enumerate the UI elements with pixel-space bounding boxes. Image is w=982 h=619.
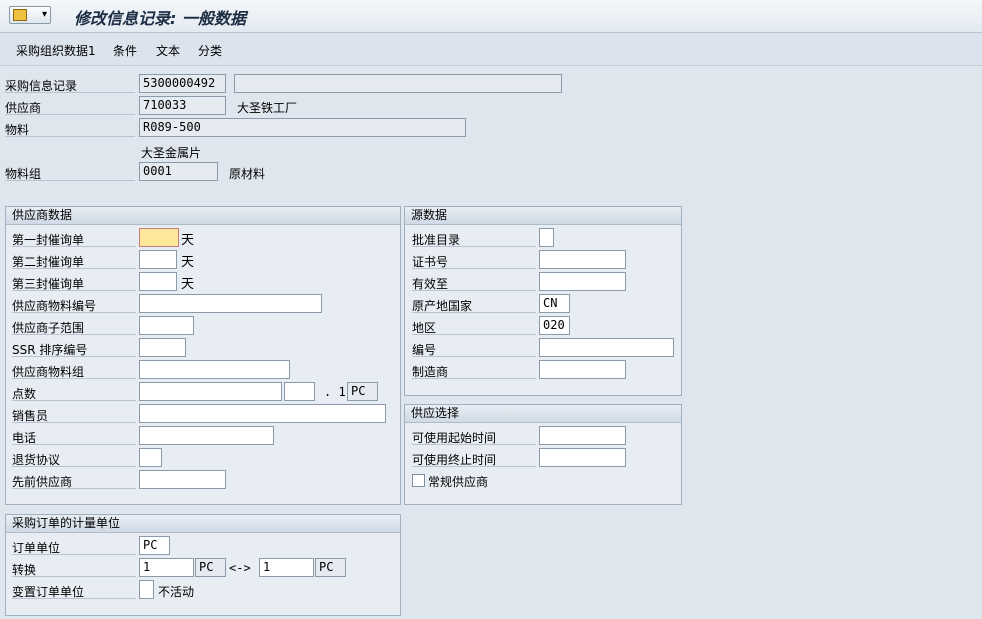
points-uom: PC <box>347 382 378 401</box>
number-field[interactable] <box>539 338 674 357</box>
region-label: 地区 <box>412 319 536 335</box>
return-agreement-label: 退货协议 <box>12 451 136 467</box>
avail-to-field[interactable] <box>539 448 626 467</box>
certificate-no-field[interactable] <box>539 250 626 269</box>
avail-from-label: 可使用起始时间 <box>412 429 536 445</box>
reminder1-field[interactable] <box>139 228 179 247</box>
material-field: R089-500 <box>139 118 466 137</box>
certificate-no-label: 证书号 <box>412 253 536 269</box>
valid-to-label: 有效至 <box>412 275 536 291</box>
conversion-left-field[interactable]: 1 <box>139 558 194 577</box>
ssr-sequence-label: SSR 排序编号 <box>12 341 136 357</box>
vendor-data-title: 供应商数据 <box>6 207 400 225</box>
info-record-field: 5300000492 <box>139 74 226 93</box>
points-unit-field[interactable] <box>284 382 315 401</box>
chevron-down-icon: ▾ <box>41 9 47 20</box>
material-label: 物料 <box>5 121 135 137</box>
phone-field[interactable] <box>139 426 274 445</box>
conversion-left-unit: PC <box>195 558 226 577</box>
avail-to-label: 可使用终止时间 <box>412 451 536 467</box>
material-group-label: 物料组 <box>5 165 135 181</box>
manufacturer-label: 制造商 <box>412 363 536 379</box>
reminder1-label: 第一封催询单 <box>12 231 136 247</box>
toolbar-texts[interactable]: 文本 <box>156 42 180 59</box>
page-title: 修改信息记录: 一般数据 <box>74 9 246 28</box>
return-agreement-field[interactable] <box>139 448 162 467</box>
order-unit-field[interactable]: PC <box>139 536 170 555</box>
conversion-label: 转换 <box>12 561 136 577</box>
prior-vendor-label: 先前供应商 <box>12 473 136 489</box>
supply-option-title: 供应选择 <box>405 405 681 423</box>
vendor-material-no-label: 供应商物料编号 <box>12 297 136 313</box>
avail-from-field[interactable] <box>539 426 626 445</box>
material-description: 大圣金属片 <box>141 146 202 160</box>
vendor-material-no-field[interactable] <box>139 294 322 313</box>
material-group-desc: 原材料 <box>229 167 266 181</box>
vendor-name: 大圣铁工厂 <box>237 101 298 115</box>
order-unit-label: 订单单位 <box>12 539 136 555</box>
approved-list-label: 批准目录 <box>412 231 536 247</box>
regular-vendor-checkbox[interactable] <box>412 474 425 487</box>
reminder3-field[interactable] <box>139 272 177 291</box>
points-field[interactable] <box>139 382 282 401</box>
origin-data-title: 源数据 <box>405 207 681 225</box>
var-order-unit-field[interactable] <box>139 580 154 599</box>
material-group-field: 0001 <box>139 162 218 181</box>
toolbar-classification[interactable]: 分类 <box>198 42 222 59</box>
conversion-right-field[interactable]: 1 <box>259 558 314 577</box>
info-record-desc-field <box>234 74 562 93</box>
reminder3-label: 第三封催询单 <box>12 275 136 291</box>
conversion-right-unit: PC <box>315 558 346 577</box>
vendor-field: 710033 <box>139 96 226 115</box>
reminder2-field[interactable] <box>139 250 177 269</box>
vendor-subrange-label: 供应商子范围 <box>12 319 136 335</box>
title-bar: ▾ 修改信息记录: 一般数据 <box>0 0 982 33</box>
salesperson-label: 销售员 <box>12 407 136 423</box>
var-order-unit-label: 变置订单单位 <box>12 583 136 599</box>
po-unit-title: 采购订单的计量单位 <box>6 515 400 533</box>
origin-country-field[interactable]: CN <box>539 294 570 313</box>
number-label: 编号 <box>412 341 536 357</box>
vendor-material-group-label: 供应商物料组 <box>12 363 136 379</box>
conversion-arrow: <-> <box>229 561 251 575</box>
phone-label: 电话 <box>12 429 136 445</box>
salesperson-field[interactable] <box>139 404 386 423</box>
vendor-subrange-field[interactable] <box>139 316 194 335</box>
ssr-sequence-field[interactable] <box>139 338 186 357</box>
toolbar-purch-org-data[interactable]: 采购组织数据1 <box>16 42 96 59</box>
regular-vendor-label: 常规供应商 <box>428 475 489 489</box>
toolbar-conditions[interactable]: 条件 <box>113 42 137 59</box>
points-per: . 1 <box>324 385 346 399</box>
reminder2-label: 第二封催询单 <box>12 253 136 269</box>
application-toolbar: 采购组织数据1 条件 文本 分类 <box>0 33 982 66</box>
vendor-label: 供应商 <box>5 99 135 115</box>
reminder3-unit: 天 <box>181 277 195 292</box>
vendor-material-group-field[interactable] <box>139 360 290 379</box>
region-field[interactable]: 020 <box>539 316 570 335</box>
reminder2-unit: 天 <box>181 255 195 270</box>
prior-vendor-field[interactable] <box>139 470 226 489</box>
info-record-label: 采购信息记录 <box>5 77 135 93</box>
valid-to-field[interactable] <box>539 272 626 291</box>
system-menu-button[interactable]: ▾ <box>9 6 51 24</box>
origin-country-label: 原产地国家 <box>412 297 536 313</box>
manufacturer-field[interactable] <box>539 360 626 379</box>
points-label: 点数 <box>12 385 136 401</box>
system-menu-icon <box>13 9 27 21</box>
reminder1-unit: 天 <box>181 233 195 248</box>
approved-list-field[interactable] <box>539 228 554 247</box>
inactive-label: 不活动 <box>158 585 195 599</box>
